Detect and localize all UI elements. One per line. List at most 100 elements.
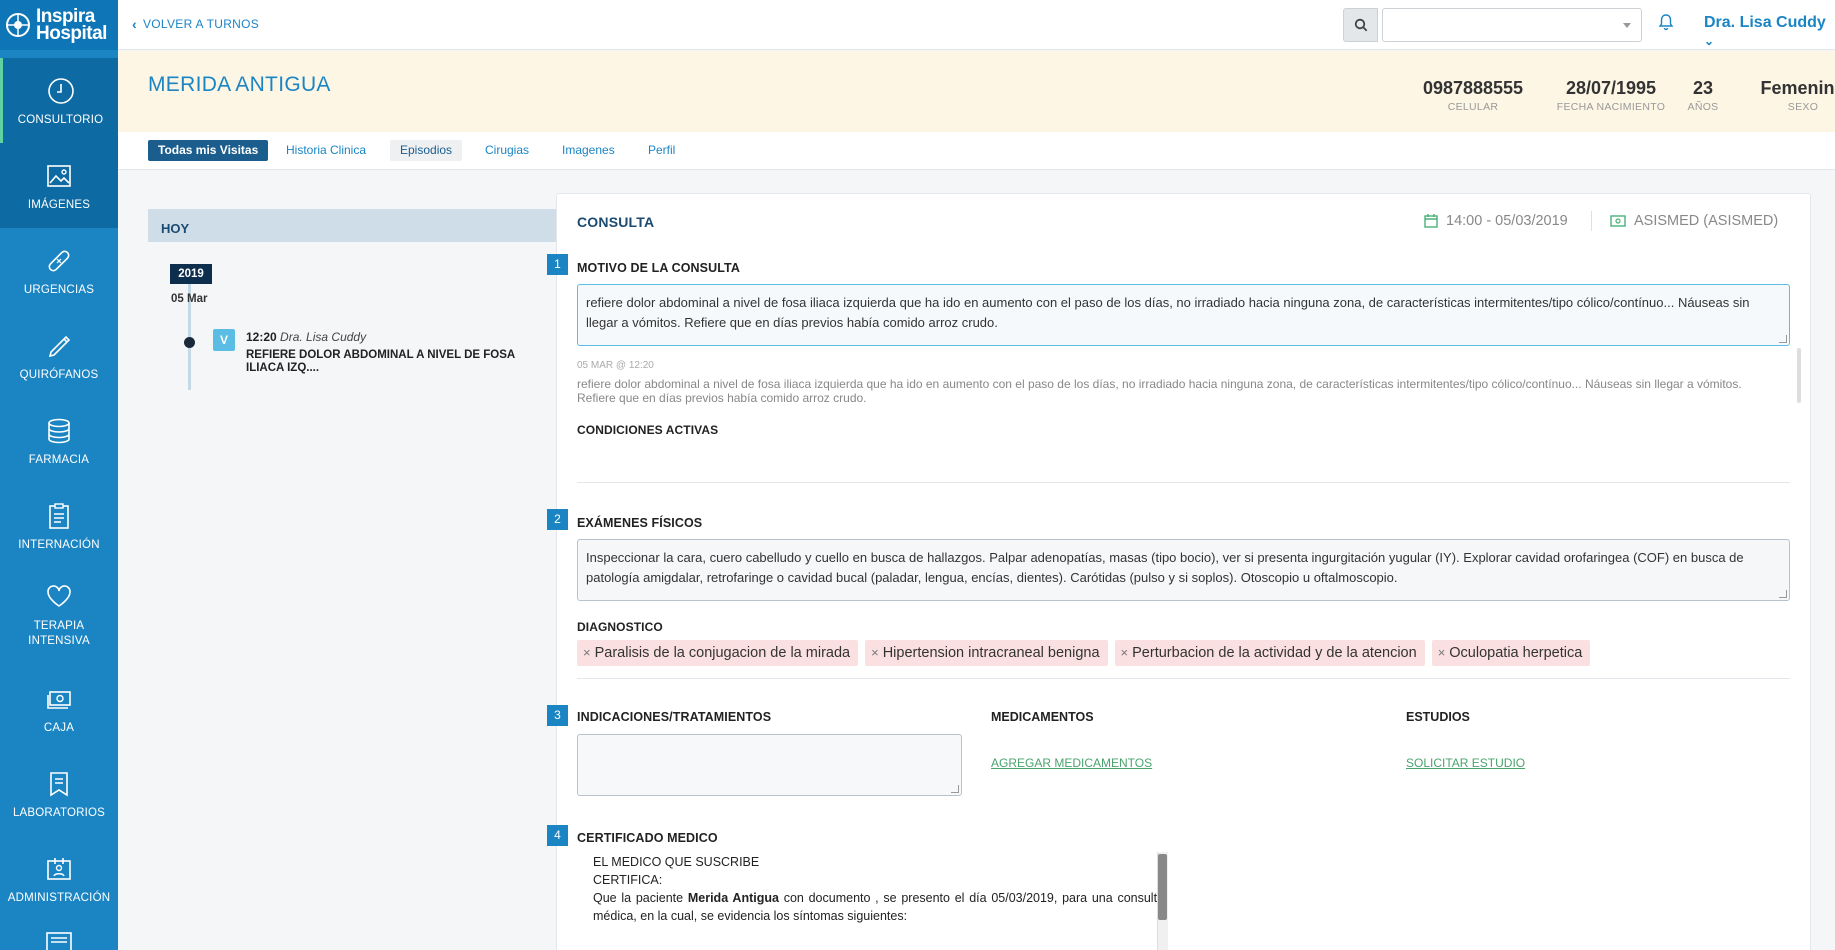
motivo-textarea[interactable]: refiere dolor abdominal a nivel de fosa … xyxy=(577,284,1790,346)
remove-icon[interactable]: × xyxy=(871,645,879,660)
sidebar-item-caja[interactable]: CAJA xyxy=(0,666,118,751)
patient-age-label: AÑOS xyxy=(1687,101,1719,113)
visit-entry[interactable]: 12:20 Dra. Lisa Cuddy xyxy=(246,330,366,344)
sidebar-item-internacion[interactable]: INTERNACIÓN xyxy=(0,483,118,568)
certificate-body[interactable]: EL MEDICO QUE SUSCRIBE CERTIFICA: Que la… xyxy=(578,853,1176,950)
timeline-year: 2019 xyxy=(170,264,212,284)
bandage-icon xyxy=(48,250,70,271)
logo-icon xyxy=(6,13,30,37)
divider xyxy=(577,678,1790,679)
visit-description[interactable]: REFIERE DOLOR ABDOMINAL A NIVEL DE FOSA … xyxy=(246,349,516,375)
sidebar-item-terapia-intensiva[interactable]: TERAPIA INTENSIVA xyxy=(0,570,118,660)
bookmark-icon xyxy=(50,771,68,796)
examenes-textarea[interactable]: Inspeccionar la cara, cuero cabelludo y … xyxy=(577,539,1790,601)
request-study-link[interactable]: SOLICITAR ESTUDIO xyxy=(1406,756,1525,770)
history-date: 05 MAR @ 12:20 xyxy=(577,360,654,371)
tab-perfil[interactable]: Perfil xyxy=(638,140,685,161)
sidebar-item-consultorio[interactable]: CONSULTORIO xyxy=(0,58,118,143)
diagnosis-label: Hipertension intracraneal benigna xyxy=(882,645,1100,661)
search-button[interactable] xyxy=(1343,8,1378,42)
scalpel-icon xyxy=(48,335,71,357)
sidebar-item-label: CONSULTORIO xyxy=(17,113,104,126)
add-medication-link[interactable]: AGREGAR MEDICAMENTOS xyxy=(991,756,1152,770)
resize-handle[interactable] xyxy=(951,785,959,793)
resize-handle[interactable] xyxy=(1779,590,1787,598)
consulta-datetime: 14:00 - 05/03/2019 xyxy=(1424,213,1568,229)
remove-icon[interactable]: × xyxy=(1438,645,1446,660)
tab-historia-clinica[interactable]: Historia Clinica xyxy=(276,140,376,161)
money-icon xyxy=(1610,215,1626,227)
tab-todas-mis-visitas[interactable]: Todas mis Visitas xyxy=(148,140,269,161)
back-to-turnos-link[interactable]: ‹ VOLVER A TURNOS xyxy=(132,16,259,32)
id-card-icon xyxy=(47,857,71,880)
sidebar-item-urgencias[interactable]: URGENCIAS xyxy=(0,228,118,313)
sidebar-item-label: TERAPIA INTENSIVA xyxy=(28,620,90,647)
motivo-text: refiere dolor abdominal a nivel de fosa … xyxy=(586,295,1750,330)
tab-imagenes[interactable]: Imagenes xyxy=(552,140,625,161)
patient-age-value: 23 xyxy=(1692,78,1714,98)
section-number-4: 4 xyxy=(547,825,568,846)
medicamentos-title: MEDICAMENTOS xyxy=(991,710,1094,724)
patient-phone-label: CELULAR xyxy=(1447,101,1499,113)
chevron-down-icon xyxy=(1623,23,1631,28)
user-menu[interactable]: Dra. Lisa Cuddy ⌄ xyxy=(1704,14,1835,50)
patient-phone-value: 0987888555 xyxy=(1422,78,1524,98)
image-icon xyxy=(47,164,71,187)
conditions-title: CONDICIONES ACTIVAS xyxy=(577,423,719,437)
patient-phone: 0987888555 CELULAR xyxy=(1413,78,1533,113)
section-number-2: 2 xyxy=(547,509,568,530)
search-icon xyxy=(1354,18,1367,32)
sidebar-item-label: IMÁGENES xyxy=(27,198,91,211)
sidebar-item-label: FARMACIA xyxy=(28,453,90,466)
cert-patient-name: Merida Antigua xyxy=(687,891,779,905)
section-title-motivo: MOTIVO DE LA CONSULTA xyxy=(577,261,740,275)
sidebar: Inspira Hospital CONSULTORIO IMÁGENES UR… xyxy=(0,0,118,950)
remove-icon[interactable]: × xyxy=(1121,645,1129,660)
calendar-icon xyxy=(1424,214,1438,228)
certificate-scrollbar[interactable] xyxy=(1158,854,1167,920)
visit-doctor: Dra. Lisa Cuddy xyxy=(280,330,367,344)
estudios-title: ESTUDIOS xyxy=(1406,710,1470,724)
sidebar-item-administracion[interactable]: ADMINISTRACIÓN xyxy=(0,836,118,921)
diagnosis-label: Oculopatia herpetica xyxy=(1449,645,1583,661)
back-label: VOLVER A TURNOS xyxy=(142,17,260,31)
tab-episodios[interactable]: Episodios xyxy=(390,140,463,161)
newspaper-icon xyxy=(46,932,72,950)
cert-text: Que la paciente xyxy=(593,891,684,905)
sidebar-item-label: LABORATORIOS xyxy=(12,806,106,819)
meta-divider xyxy=(1591,211,1592,231)
indicaciones-textarea[interactable] xyxy=(577,734,962,796)
consulta-title: CONSULTA xyxy=(577,214,655,230)
clipboard-icon xyxy=(49,502,69,529)
diagnosis-label: Perturbacion de la actividad y de la ate… xyxy=(1132,645,1417,661)
diagnosis-chip: × Hipertension intracraneal benigna xyxy=(865,640,1108,666)
visit-time: 12:20 xyxy=(246,330,277,344)
sidebar-item-more[interactable] xyxy=(45,930,73,950)
logo-line2: Hospital xyxy=(36,23,107,44)
resize-handle[interactable] xyxy=(1779,335,1787,343)
timeline-date: 05 Mar xyxy=(171,293,208,305)
sidebar-item-label: CAJA xyxy=(43,721,75,734)
user-name: Dra. Lisa Cuddy xyxy=(1704,14,1826,31)
top-bar: ‹ VOLVER A TURNOS Dra. Lisa Cuddy ⌄ xyxy=(118,0,1835,50)
consulta-datetime-text: 14:00 - 05/03/2019 xyxy=(1446,213,1568,229)
consulta-insurance-text: ASISMED (ASISMED) xyxy=(1634,213,1779,229)
cert-line: CERTIFICA: xyxy=(593,873,663,887)
sidebar-item-laboratorios[interactable]: LABORATORIOS xyxy=(0,751,118,836)
tab-cirugias[interactable]: Cirugias xyxy=(475,140,539,161)
database-icon xyxy=(48,418,70,443)
patient-sex-value: Femenino xyxy=(1760,78,1835,98)
timeline-dot xyxy=(184,337,195,348)
sidebar-item-label: INTERNACIÓN xyxy=(18,538,100,551)
sidebar-item-label: ADMINISTRACIÓN xyxy=(7,891,111,904)
sidebar-item-imagenes[interactable]: IMÁGENES xyxy=(0,143,118,228)
search-select[interactable] xyxy=(1382,8,1642,42)
remove-icon[interactable]: × xyxy=(583,645,591,660)
notifications-button[interactable] xyxy=(1658,13,1674,36)
patient-name: MERIDA ANTIGUA xyxy=(148,73,331,96)
sidebar-item-farmacia[interactable]: FARMACIA xyxy=(0,398,118,483)
sidebar-item-label: URGENCIAS xyxy=(23,283,95,296)
history-scrollbar[interactable] xyxy=(1797,348,1801,403)
logo[interactable]: Inspira Hospital xyxy=(0,0,118,50)
sidebar-item-quirofanos[interactable]: QUIRÓFANOS xyxy=(0,313,118,398)
